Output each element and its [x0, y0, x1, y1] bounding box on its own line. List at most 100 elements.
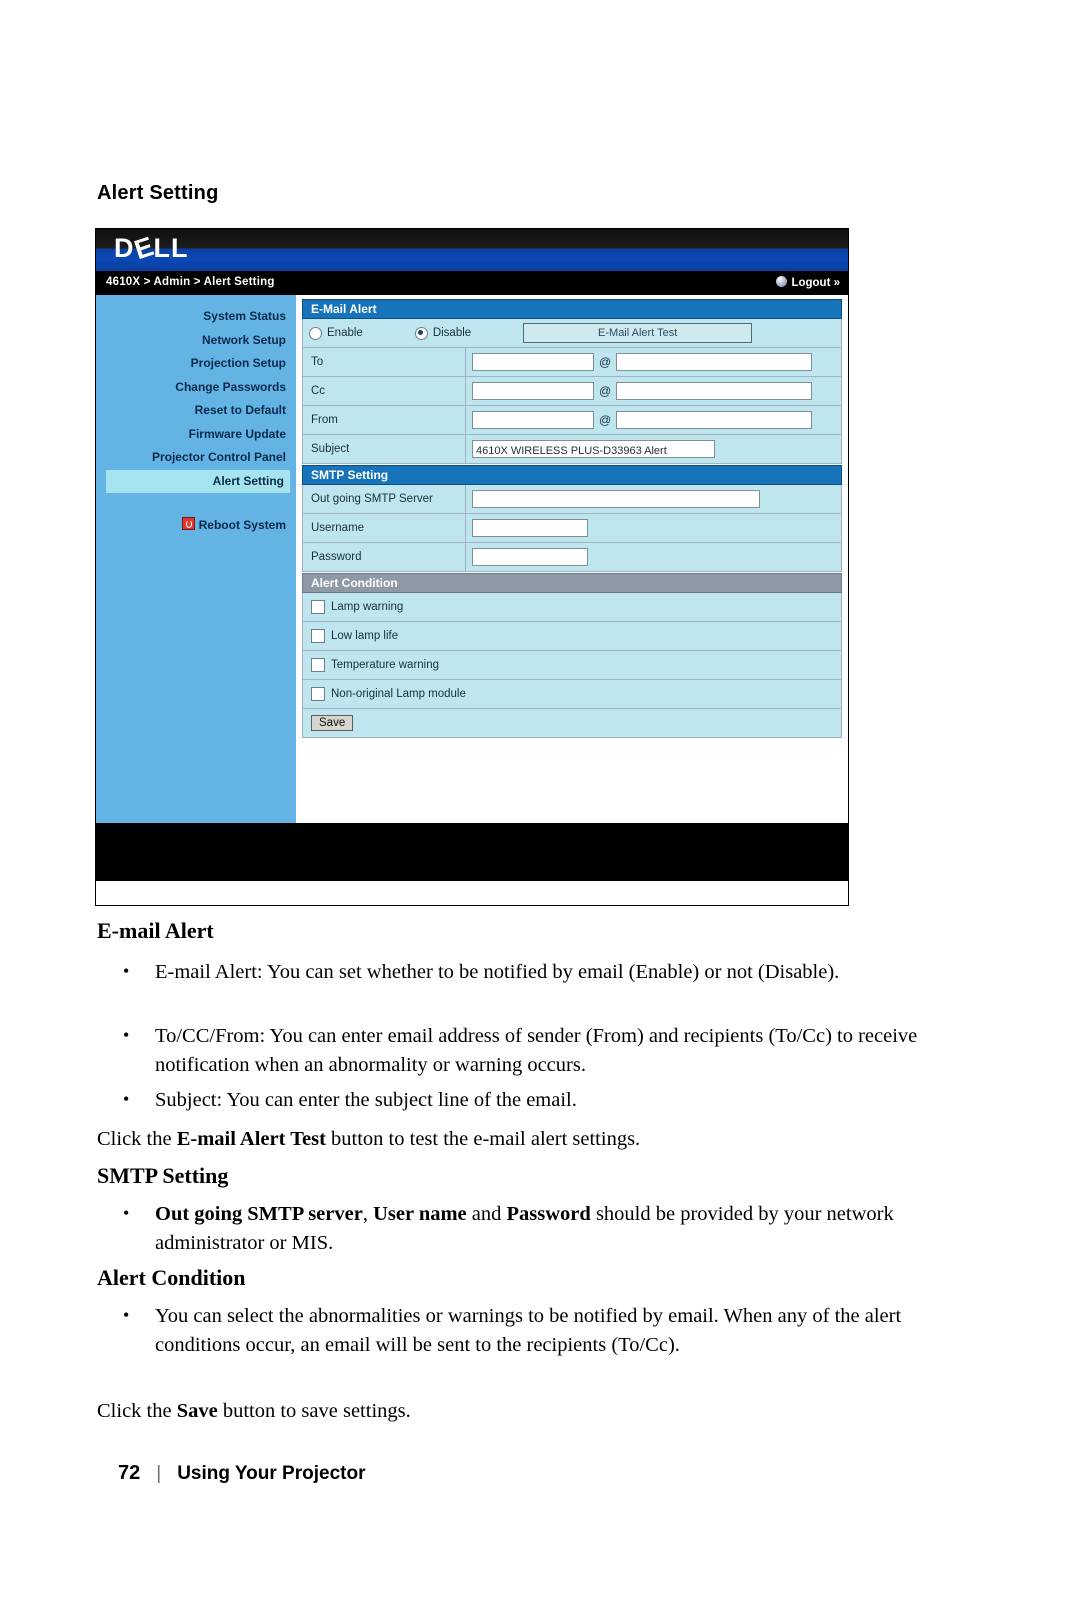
screenshot-footer-bar	[96, 823, 848, 881]
sidebar-item-network-setup[interactable]: Network Setup	[96, 329, 290, 353]
bullet-alert-conditions: You can select the abnormalities or warn…	[97, 1301, 975, 1360]
footer-separator: |	[156, 1463, 162, 1484]
alert-condition-lamp-warning[interactable]: Lamp warning	[302, 593, 842, 622]
cc-at-symbol: @	[599, 384, 612, 398]
checkbox-non-original-lamp-module[interactable]	[311, 687, 325, 701]
from-domain-input[interactable]	[616, 411, 813, 429]
subject-input[interactable]: 4610X WIRELESS PLUS-D33963 Alert	[472, 440, 715, 458]
smtp-server-label: Out going SMTP Server	[303, 485, 466, 513]
sidebar-item-alert-setting[interactable]: Alert Setting	[106, 469, 290, 493]
bullet4-mid1: ,	[362, 1203, 374, 1225]
sidebar-item-system-status[interactable]: System Status	[96, 305, 290, 329]
sidebar-item-reset-to-default[interactable]: Reset to Default	[96, 399, 290, 423]
to-at-symbol: @	[599, 355, 612, 369]
paragraph-email-alert-test: Click the E-mail Alert Test button to te…	[97, 1125, 917, 1154]
reboot-system-label: Reboot System	[198, 518, 286, 532]
smtp-server-input[interactable]	[472, 490, 760, 508]
smtp-username-input[interactable]	[472, 519, 588, 537]
bullet4-b3: Password	[506, 1203, 591, 1225]
smtp-password-input[interactable]	[472, 548, 588, 566]
bullet4-b2: User name	[373, 1203, 467, 1225]
cc-user-input[interactable]	[472, 382, 594, 400]
cc-label: Cc	[303, 377, 466, 405]
label-non-original-lamp-module: Non-original Lamp module	[331, 688, 466, 700]
para1-post: button to test the e-mail alert settings…	[325, 1128, 641, 1150]
from-at-symbol: @	[599, 413, 612, 427]
from-row: From @	[302, 406, 842, 435]
sidebar-item-change-passwords[interactable]: Change Passwords	[96, 376, 290, 400]
sidebar: System Status Network Setup Projection S…	[96, 295, 296, 823]
to-label: To	[303, 348, 466, 376]
smtp-password-row: Password	[302, 543, 842, 572]
bullet-smtp-credentials: Out going SMTP server, User name and Pas…	[97, 1199, 965, 1258]
page-number: 72	[118, 1462, 141, 1484]
radio-enable[interactable]: Enable	[309, 326, 363, 340]
checkbox-low-lamp-life[interactable]	[311, 629, 325, 643]
to-domain-input[interactable]	[616, 353, 813, 371]
para2-bold: Save	[176, 1400, 218, 1422]
para2-pre: Click the	[97, 1400, 177, 1422]
power-icon	[181, 517, 195, 530]
reboot-system-button[interactable]: Reboot System	[96, 517, 296, 532]
bullet4-mid2: and	[466, 1203, 507, 1225]
cc-row: Cc @	[302, 377, 842, 406]
logout-icon	[776, 276, 788, 287]
page-title: Alert Setting	[97, 182, 219, 204]
section-header-email-alert: E-Mail Alert	[302, 299, 842, 319]
label-low-lamp-life: Low lamp life	[331, 630, 399, 642]
subject-row: Subject 4610X WIRELESS PLUS-D33963 Alert	[302, 435, 842, 464]
footer-label: Using Your Projector	[177, 1463, 366, 1484]
to-row: To @	[302, 348, 842, 377]
bullet4-b1: Out going SMTP server	[155, 1203, 363, 1225]
dell-banner: DELL	[96, 229, 848, 271]
heading-email-alert: E-mail Alert	[97, 918, 214, 943]
bullet-to-cc-from: To/CC/From: You can enter email address …	[97, 1021, 965, 1080]
section-header-alert-condition: Alert Condition	[302, 573, 842, 593]
page-footer: 72 | Using Your Projector	[118, 1462, 365, 1485]
save-row: Save	[302, 709, 842, 738]
checkbox-lamp-warning[interactable]	[311, 600, 325, 614]
heading-alert-condition: Alert Condition	[97, 1265, 246, 1290]
para1-pre: Click the	[97, 1128, 177, 1150]
email-alert-toggle-row: Enable Disable E-Mail Alert Test	[302, 319, 842, 348]
sidebar-item-firmware-update[interactable]: Firmware Update	[96, 423, 290, 447]
radio-enable-label: Enable	[327, 327, 363, 339]
bullet-subject: Subject: You can enter the subject line …	[97, 1085, 955, 1115]
smtp-username-row: Username	[302, 514, 842, 543]
para1-bold: E-mail Alert Test	[176, 1128, 326, 1150]
radio-disable[interactable]: Disable	[414, 326, 472, 340]
section-header-smtp-setting: SMTP Setting	[302, 465, 842, 485]
sidebar-item-projector-control-panel[interactable]: Projector Control Panel	[96, 446, 290, 470]
email-alert-test-button[interactable]: E-Mail Alert Test	[523, 323, 753, 343]
email-alert-radio-group: Enable Disable E-Mail Alert Test	[303, 323, 841, 343]
label-lamp-warning: Lamp warning	[331, 601, 404, 613]
alert-condition-non-original-lamp-module[interactable]: Non-original Lamp module	[302, 680, 842, 709]
bullet-email-alert: E-mail Alert: You can set whether to be …	[97, 957, 955, 987]
from-user-input[interactable]	[472, 411, 594, 429]
alert-condition-temperature-warning[interactable]: Temperature warning	[302, 651, 842, 680]
content-panel: E-Mail Alert Enable Disable E-Mail Alert…	[296, 295, 848, 823]
save-button[interactable]: Save	[311, 715, 354, 731]
dell-logo: DELL	[114, 230, 189, 266]
smtp-password-label: Password	[303, 543, 466, 571]
logout-button[interactable]: Logout »	[776, 276, 840, 289]
sidebar-nav: System Status Network Setup Projection S…	[96, 305, 296, 493]
alert-condition-low-lamp-life[interactable]: Low lamp life	[302, 622, 842, 651]
para2-post: button to save settings.	[217, 1400, 411, 1422]
sidebar-item-projection-setup[interactable]: Projection Setup	[96, 352, 290, 376]
breadcrumb: 4610X > Admin > Alert Setting	[106, 276, 275, 288]
heading-smtp-setting: SMTP Setting	[97, 1163, 229, 1188]
cc-domain-input[interactable]	[616, 382, 813, 400]
to-user-input[interactable]	[472, 353, 594, 371]
radio-disable-label: Disable	[432, 327, 472, 339]
smtp-server-row: Out going SMTP Server	[302, 485, 842, 514]
radio-enable-icon	[309, 326, 322, 340]
logout-label: Logout »	[791, 277, 840, 289]
breadcrumb-bar: 4610X > Admin > Alert Setting Logout »	[96, 271, 848, 295]
checkbox-temperature-warning[interactable]	[311, 658, 325, 672]
from-label: From	[303, 406, 466, 434]
paragraph-save: Click the Save button to save settings.	[97, 1397, 917, 1426]
smtp-username-label: Username	[303, 514, 466, 542]
subject-label: Subject	[303, 435, 466, 463]
projector-web-ui-screenshot: DELL 4610X > Admin > Alert Setting Logou…	[95, 228, 849, 906]
